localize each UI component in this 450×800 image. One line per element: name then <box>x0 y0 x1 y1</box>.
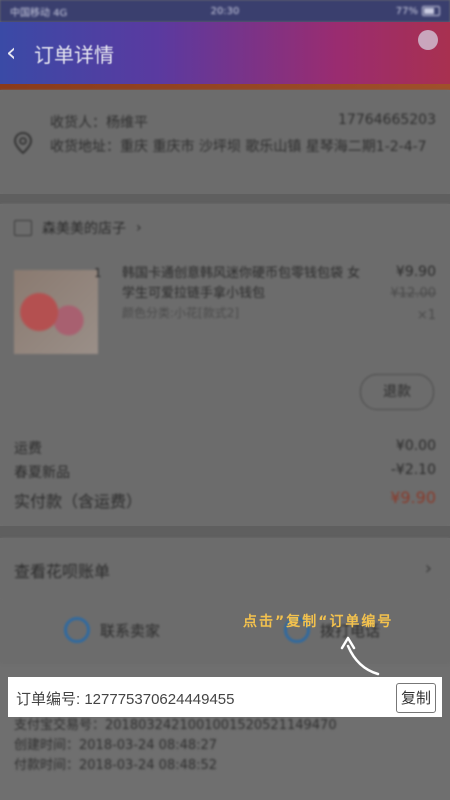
order-number: 订单编号: 127775370624449455 <box>16 691 235 708</box>
summary-value: ¥0.00 <box>395 438 436 454</box>
item-index: 1 <box>94 266 102 280</box>
receiver-phone: 17764665203 <box>338 112 436 128</box>
total-value: ¥9.90 <box>390 488 436 507</box>
created-time: 创建时间：2018-03-24 08:48:27 <box>14 738 218 753</box>
hint-arrow-icon <box>340 636 380 676</box>
battery-icon <box>422 6 440 16</box>
receiver-name: 收货人：杨维平 <box>50 115 148 131</box>
product-quantity: ×1 <box>416 308 436 323</box>
bill-label: 查看花呗账单 <box>14 562 111 581</box>
product-spec: 颜色分类:小花[款式2] <box>122 306 240 320</box>
shipping-address: 收货地址：重庆 重庆市 沙坪坝 歌乐山镇 星琴海二期1-2-4-7 <box>50 139 427 155</box>
shop-icon <box>14 220 32 236</box>
tutorial-hint: 点击”复制“订单编号 <box>243 614 394 630</box>
summary-row: 春夏新品 -¥2.10 <box>14 462 436 482</box>
page-title: 订单详情 <box>34 42 114 67</box>
total-row: 实付款（含运费） ¥9.90 <box>14 488 436 512</box>
refund-button[interactable]: 退款 <box>360 374 434 410</box>
section-divider <box>0 526 450 538</box>
copy-button[interactable]: 复制 <box>395 683 436 713</box>
order-meta: 支付宝交易号：2018032421001001520521149470 创建时间… <box>14 716 337 776</box>
summary-label: 运费 <box>14 441 42 457</box>
chat-icon <box>64 617 90 643</box>
product-price: ¥9.90 <box>395 264 436 280</box>
carrier-text: 中国移动 4G <box>10 7 68 19</box>
chevron-right-icon: › <box>136 220 142 236</box>
shop-row[interactable]: 森美美的店子 › <box>14 218 142 238</box>
clock-text: 20:30 <box>210 5 240 17</box>
back-icon[interactable]: ‹ <box>6 38 30 68</box>
product-thumbnail[interactable] <box>14 270 98 354</box>
product-name[interactable]: 韩国卡通创意韩风迷你硬币包零钱包袋 女学生可爱拉链手拿小钱包 <box>122 264 372 304</box>
contact-seller-button[interactable]: 联系卖家 <box>64 602 160 658</box>
order-number-bar: 订单编号: 127775370624449455 复制 <box>8 677 442 717</box>
app-header: ‹ 订单详情 <box>0 22 450 84</box>
shop-name: 森美美的店子 <box>42 221 126 237</box>
contact-seller-label: 联系卖家 <box>100 621 161 640</box>
summary-row: 运费 ¥0.00 <box>14 438 436 458</box>
location-pin-icon <box>14 132 32 154</box>
total-label: 实付款（含运费） <box>14 492 143 511</box>
chevron-right-icon: › <box>424 558 432 579</box>
address-section: 收货人：杨维平 17764665203 收货地址：重庆 重庆市 沙坪坝 歌乐山镇… <box>0 90 450 194</box>
bill-row[interactable]: 查看花呗账单 › <box>0 538 450 598</box>
paid-time: 付款时间：2018-03-24 08:48:52 <box>14 758 218 773</box>
more-icon[interactable] <box>418 30 438 50</box>
status-bar: 中国移动 4G 20:30 77% <box>0 0 450 22</box>
section-divider <box>0 194 450 204</box>
alipay-number: 支付宝交易号：2018032421001001520521149470 <box>14 718 337 733</box>
order-card: 森美美的店子 › 1 韩国卡通创意韩风迷你硬币包零钱包袋 女学生可爱拉链手拿小钱… <box>0 204 450 526</box>
summary-value: -¥2.10 <box>390 462 436 478</box>
product-original-price: ¥12.00 <box>390 286 437 301</box>
summary-label: 春夏新品 <box>14 465 70 481</box>
battery-text: 77% <box>395 5 418 17</box>
